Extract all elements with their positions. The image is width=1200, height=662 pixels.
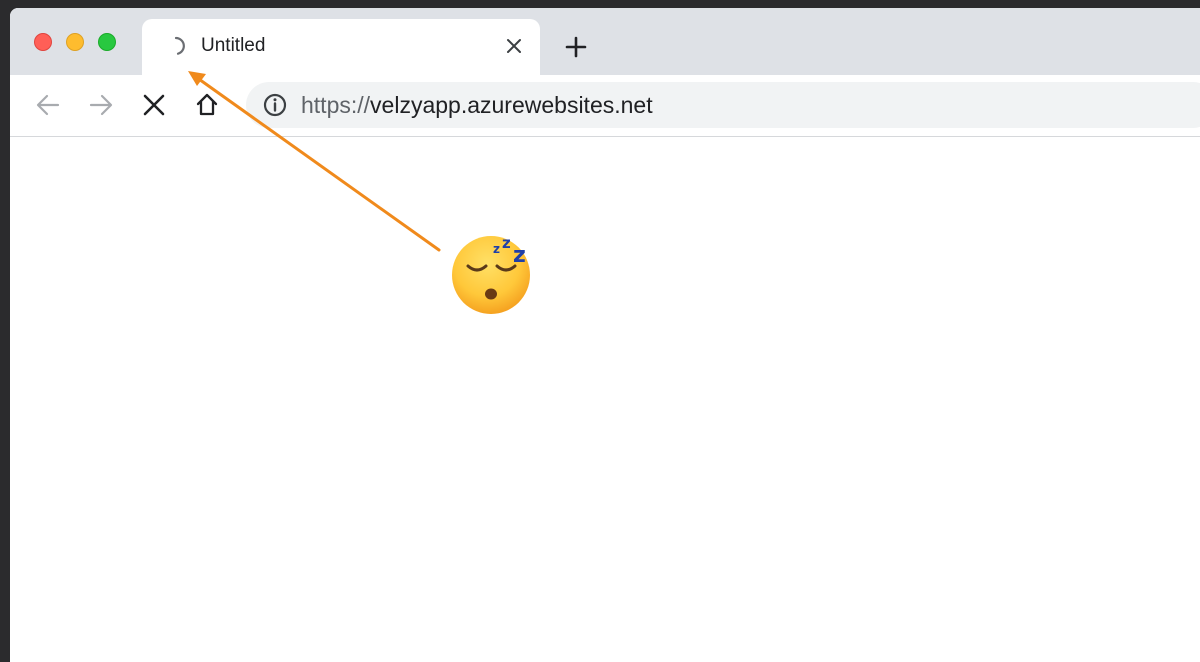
window-close-button[interactable] bbox=[34, 33, 52, 51]
arrow-left-icon[interactable] bbox=[34, 91, 62, 119]
url-scheme: https:// bbox=[301, 92, 371, 118]
browser-window: Untitled https://velzyapp.azurewebsites.… bbox=[10, 8, 1200, 662]
tab-active[interactable]: Untitled bbox=[142, 19, 540, 75]
arrow-right-icon[interactable] bbox=[87, 91, 115, 119]
stop-x-icon[interactable] bbox=[140, 91, 168, 119]
address-bar[interactable]: https://velzyapp.azurewebsites.net bbox=[246, 82, 1200, 128]
tab-strip: Untitled bbox=[10, 8, 1200, 75]
url-text[interactable]: https://velzyapp.azurewebsites.net bbox=[301, 93, 653, 117]
info-icon[interactable] bbox=[262, 92, 288, 118]
url-host: velzyapp.azurewebsites.net bbox=[370, 92, 653, 118]
page-content bbox=[10, 137, 1200, 662]
plus-icon[interactable] bbox=[564, 35, 588, 59]
tab-title: Untitled bbox=[201, 35, 266, 56]
home-icon[interactable] bbox=[193, 91, 221, 119]
close-icon[interactable] bbox=[504, 36, 524, 56]
browser-toolbar: https://velzyapp.azurewebsites.net bbox=[10, 75, 1200, 137]
window-minimize-button[interactable] bbox=[66, 33, 84, 51]
loading-spinner-icon bbox=[174, 36, 185, 55]
window-maximize-button[interactable] bbox=[98, 33, 116, 51]
